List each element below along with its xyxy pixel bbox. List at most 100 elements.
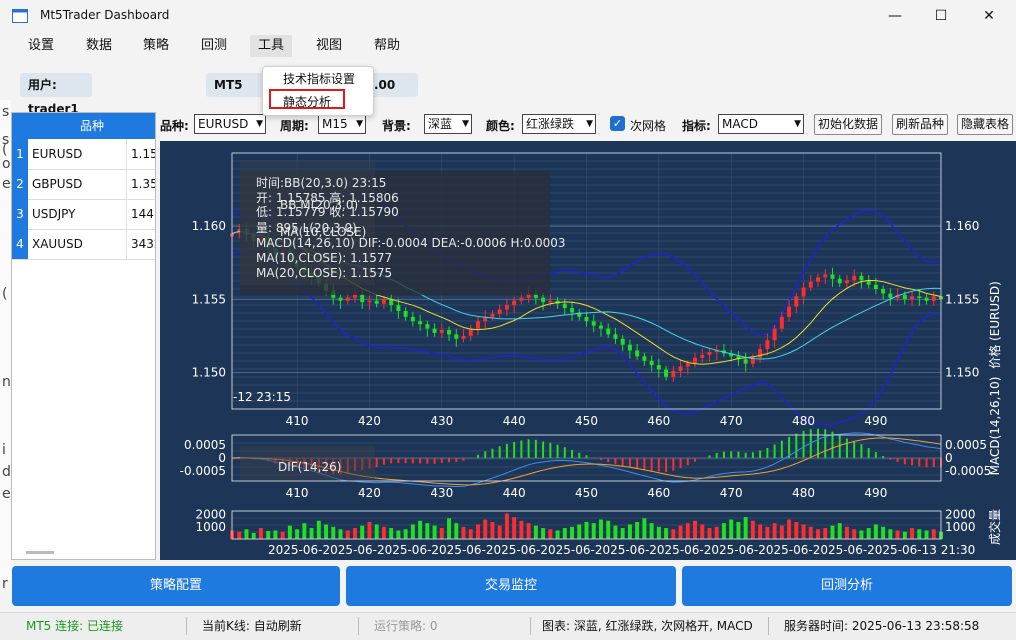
menu-data[interactable]: 数据 bbox=[78, 35, 120, 57]
symbol-price: 1.15 bbox=[126, 139, 155, 169]
volume-bar bbox=[693, 520, 698, 539]
candle-body bbox=[859, 275, 864, 281]
indicator-select-value: MACD bbox=[722, 117, 758, 131]
volume-bar bbox=[910, 528, 915, 539]
menu-strategy[interactable]: 策略 bbox=[135, 35, 177, 57]
symbol-price: 144. bbox=[126, 199, 155, 229]
volume-bar bbox=[316, 520, 321, 539]
volume-bar bbox=[794, 521, 799, 539]
volume-bar bbox=[685, 523, 690, 539]
menu-backtest[interactable]: 回测 bbox=[193, 35, 235, 57]
candle-body bbox=[685, 363, 690, 367]
backtest-analysis-button[interactable]: 回测分析 bbox=[682, 566, 1012, 606]
price-tick-left: 1.150 bbox=[192, 365, 226, 379]
volume-bar bbox=[295, 529, 300, 539]
candle-body bbox=[627, 344, 632, 351]
hide-table-button[interactable]: 隐藏表格 bbox=[957, 114, 1014, 135]
menu-item-indicator-settings[interactable]: 技术指标设置 bbox=[283, 70, 355, 87]
strategy-config-button[interactable]: 策略配置 bbox=[12, 566, 340, 606]
period-label: 周期: bbox=[280, 119, 309, 133]
table-row[interactable]: 1 EURUSD 1.15 bbox=[12, 139, 155, 170]
close-icon[interactable]: ✕ bbox=[966, 0, 1012, 32]
minimize-icon[interactable]: — bbox=[872, 0, 918, 32]
candle-body bbox=[562, 303, 567, 309]
volume-bar bbox=[555, 530, 560, 539]
volume-bar bbox=[750, 520, 755, 539]
volume-bar bbox=[591, 523, 596, 539]
tools-dropdown: 技术指标设置 静态分析 bbox=[262, 66, 374, 116]
symbol-name: GBPUSD bbox=[32, 177, 83, 191]
refresh-symbols-button[interactable]: 刷新品种 bbox=[892, 114, 949, 135]
table-row[interactable]: 3 USDJPY 144. bbox=[12, 199, 155, 230]
menu-view[interactable]: 视图 bbox=[308, 35, 350, 57]
candle-body bbox=[743, 359, 748, 364]
volume-bar bbox=[620, 528, 625, 539]
menu-tools[interactable]: 工具 bbox=[250, 35, 293, 57]
candle-body bbox=[504, 305, 509, 310]
candle-body bbox=[360, 294, 365, 303]
scrollbar-handle[interactable] bbox=[26, 551, 54, 554]
price-tick-right: 1.155 bbox=[945, 292, 979, 306]
indicator-select[interactable]: MACD ▼ bbox=[718, 114, 804, 134]
macd-x-tick-label: 480 bbox=[792, 486, 815, 500]
period-select[interactable]: M15 ▼ bbox=[318, 114, 366, 134]
candle-body bbox=[396, 305, 401, 311]
price-chart[interactable]: 1.160 1.1601.155 1.1551.150 1.1500.0005 0.00… bbox=[160, 141, 1016, 560]
volume-bar bbox=[287, 525, 292, 539]
volume-bar bbox=[533, 525, 538, 539]
candle-body bbox=[700, 354, 705, 358]
volume-bar bbox=[584, 521, 589, 539]
candle-body bbox=[830, 274, 835, 279]
volume-bar bbox=[707, 528, 712, 539]
candle-body bbox=[678, 366, 683, 371]
menu-item-static-analysis[interactable]: 静态分析 bbox=[283, 93, 331, 110]
maximize-icon[interactable]: ☐ bbox=[918, 0, 964, 32]
table-row[interactable]: 2 GBPUSD 1.35 bbox=[12, 169, 155, 200]
volume-bar bbox=[309, 528, 314, 539]
volume-bar bbox=[396, 530, 401, 539]
candle-body bbox=[353, 294, 357, 298]
x-tick-label: 410 bbox=[286, 414, 309, 428]
subgrid-checkbox[interactable]: ✓ bbox=[610, 116, 625, 131]
init-data-button[interactable]: 初始化数据 bbox=[814, 114, 883, 135]
macd-overlay-label: DIF(14,26) bbox=[278, 460, 341, 474]
background-select[interactable]: 深蓝 ▼ bbox=[424, 114, 472, 134]
column-header-symbol[interactable]: 品种 bbox=[28, 113, 155, 139]
price-tick-left: 1.155 bbox=[192, 292, 226, 306]
chart-panel[interactable]: 1.160 1.160 1.155 1.155 1.150 1.150 0.0005 0.00… bbox=[160, 141, 1016, 560]
app-icon bbox=[12, 9, 28, 23]
volume-bar bbox=[526, 523, 531, 539]
volume-axis-title: 成交量 bbox=[987, 509, 1002, 545]
color-select[interactable]: 红涨绿跌 ▼ bbox=[522, 114, 596, 134]
candle-body bbox=[345, 297, 350, 301]
candle-body bbox=[852, 275, 857, 281]
table-row[interactable]: 4 XAUUSD 3432 bbox=[12, 229, 155, 260]
symbol-name: EURUSD bbox=[32, 147, 83, 161]
macd-x-tick-label: 490 bbox=[864, 486, 887, 500]
menu-help[interactable]: 帮助 bbox=[366, 35, 408, 57]
symbol-select[interactable]: EURUSD ▼ bbox=[194, 114, 266, 134]
volume-bar bbox=[280, 531, 285, 539]
volume-bar bbox=[374, 524, 379, 539]
candle-body bbox=[765, 340, 770, 350]
candle-body bbox=[490, 313, 495, 317]
x-tick-label: 450 bbox=[575, 414, 598, 428]
volume-panel bbox=[230, 513, 943, 539]
overlay-time: 时间:BB(20,3.0) 23:15 bbox=[256, 176, 386, 190]
candle-body bbox=[454, 334, 459, 339]
volume-bar bbox=[714, 526, 719, 539]
candle-body bbox=[758, 349, 763, 358]
x-tick-label: 470 bbox=[720, 414, 743, 428]
trade-monitor-button[interactable]: 交易监控 bbox=[346, 566, 676, 606]
menu-settings[interactable]: 设置 bbox=[20, 35, 62, 57]
volume-bar bbox=[859, 530, 864, 539]
symbol-label: 品种: bbox=[160, 119, 189, 133]
title-bar: Mt5Trader Dashboard — ☐ ✕ bbox=[0, 0, 1016, 32]
volume-bar bbox=[700, 524, 705, 539]
bg-glyph: n bbox=[2, 374, 11, 390]
candle-body bbox=[591, 321, 596, 326]
volume-bar bbox=[772, 523, 777, 539]
candle-body bbox=[613, 334, 618, 339]
symbol-name: USDJPY bbox=[32, 207, 76, 221]
candle-body bbox=[707, 351, 712, 355]
